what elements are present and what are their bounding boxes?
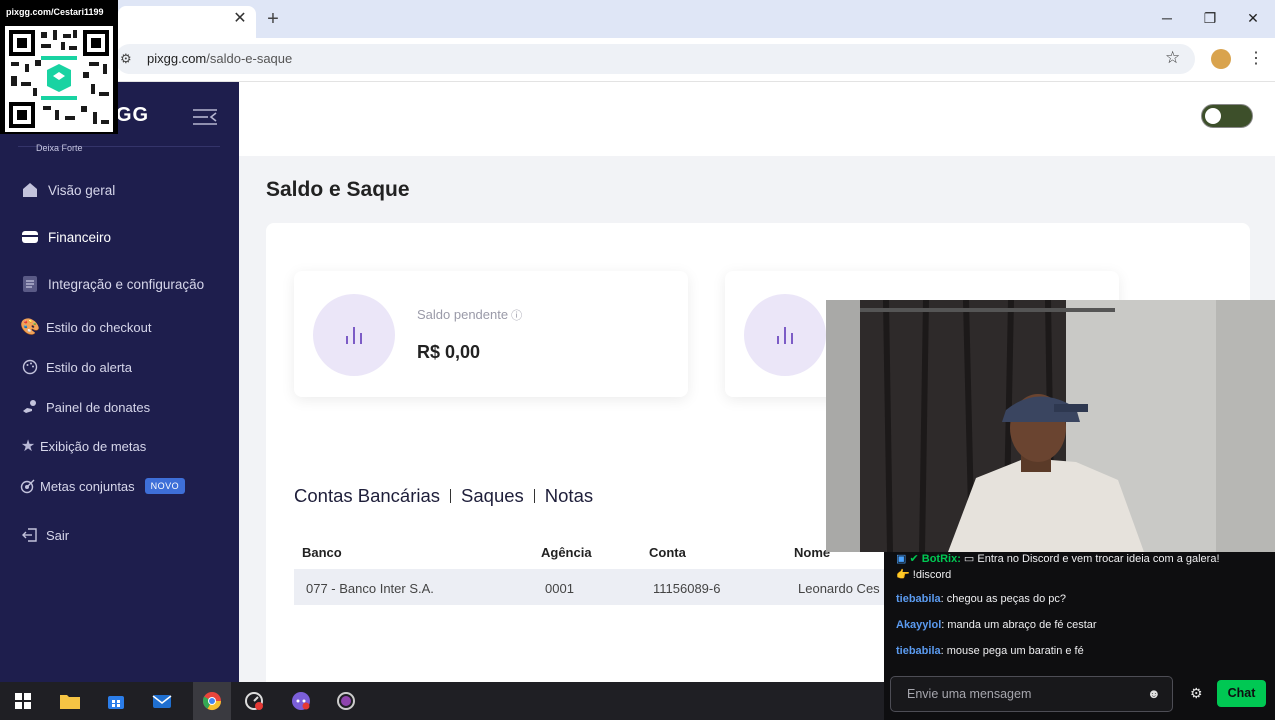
discord-icon: ▭ — [963, 553, 975, 565]
chat-send-button[interactable]: Chat — [1217, 680, 1266, 707]
pointing-icon: 👉 — [896, 569, 910, 581]
wallet-icon — [18, 227, 42, 247]
info-icon[interactable]: ⓘ — [511, 310, 522, 322]
chat-panel: ▣ ✔ BotRix: ▭ Entra no Discord e vem tro… — [884, 552, 1275, 720]
column-header-banco: Banco — [302, 545, 342, 560]
tab-divider — [533, 489, 535, 503]
sidebar-item-visao-geral[interactable]: Visão geral — [18, 178, 115, 202]
verified-icon: ✔ — [909, 553, 919, 565]
palette-icon: 🎨 — [20, 319, 40, 336]
theme-toggle[interactable] — [1201, 104, 1253, 128]
chat-input[interactable]: Envie uma mensagem ☻ — [890, 676, 1173, 712]
browser-menu-icon[interactable]: ⋮ — [1248, 48, 1264, 68]
emoji-icon[interactable]: ☻ — [1147, 686, 1161, 701]
chat-message: Akayylol: manda um abraço de fé cestar — [896, 619, 1097, 631]
new-badge: NOVO — [144, 478, 186, 494]
new-tab-button[interactable]: + — [262, 8, 284, 30]
sidebar: GG Deixa Forte Visão geral Financeiro In… — [0, 82, 239, 682]
tab-saques[interactable]: Saques — [461, 485, 524, 507]
qr-label: pixgg.com/Cestari1199 — [6, 7, 104, 17]
browser-tab-bar: ✕ + ─ ❐ ✕ — [0, 0, 1275, 38]
chat-message: ▣ ✔ BotRix: ▭ Entra no Discord e vem tro… — [896, 553, 1220, 565]
qr-code-icon — [5, 26, 113, 132]
table-cell: 077 - Banco Inter S.A. — [306, 581, 434, 596]
file-explorer-icon[interactable] — [57, 688, 83, 714]
bot-icon: ▣ — [896, 553, 907, 565]
sidebar-item-exibicao-metas[interactable]: ★ Exibição de metas — [18, 434, 146, 458]
target-icon — [18, 476, 38, 496]
tab-divider — [450, 489, 452, 503]
hand-coin-icon — [18, 397, 42, 417]
home-icon — [18, 180, 42, 200]
sidebar-item-metas-conjuntas[interactable]: Metas conjuntas NOVO — [18, 474, 186, 498]
gear-icon[interactable]: ⚙ — [1190, 685, 1203, 702]
minimize-button[interactable]: ─ — [1155, 8, 1179, 28]
webcam-overlay — [826, 300, 1275, 552]
mail-icon[interactable] — [149, 688, 175, 714]
star-icon: ★ — [20, 438, 36, 455]
chart-icon — [313, 294, 395, 376]
qr-overlay: pixgg.com/Cestari1199 — [0, 0, 118, 134]
chat-message: tiebabila: chegou as peças do pc? — [896, 593, 1066, 605]
profile-avatar[interactable] — [1211, 49, 1231, 69]
chat-message: tiebabila: mouse pega um baratin e fé — [896, 645, 1084, 657]
chat-message-line2: 👉 !discord — [896, 569, 952, 581]
sidebar-item-painel-donates[interactable]: Painel de donates — [18, 395, 150, 419]
section-tabs: Contas Bancárias Saques Notas — [294, 485, 593, 507]
sidebar-item-estilo-alerta[interactable]: Estilo do alerta — [18, 355, 132, 379]
window-close-button[interactable]: ✕ — [1241, 8, 1265, 28]
table-cell: Leonardo Ces — [798, 581, 880, 596]
table-cell: 11156089-6 — [653, 581, 721, 596]
column-header-agencia: Agência — [541, 545, 592, 560]
brand-name: Deixa Forte — [36, 143, 83, 153]
sidebar-item-estilo-checkout[interactable]: 🎨 Estilo do checkout — [18, 315, 151, 339]
address-bar: ⚙ pixgg.com/saldo-e-saque ☆ ⋮ — [0, 38, 1275, 82]
document-icon — [18, 274, 42, 294]
palette-outline-icon — [18, 357, 42, 377]
logo: GG — [116, 104, 150, 126]
tab-notas[interactable]: Notas — [545, 485, 593, 507]
column-header-nome: Nome — [794, 545, 831, 560]
windows-start-icon[interactable] — [10, 688, 36, 714]
url-text[interactable]: pixgg.com/saldo-e-saque — [147, 51, 292, 66]
taskbar — [0, 682, 884, 720]
bookmark-star-icon[interactable]: ☆ — [1165, 48, 1180, 68]
chat-app-icon[interactable] — [333, 688, 359, 714]
speedometer-icon[interactable] — [241, 688, 267, 714]
chrome-icon[interactable] — [193, 682, 231, 720]
sidebar-item-integracao[interactable]: Integração e configuração — [18, 272, 204, 296]
restore-button[interactable]: ❐ — [1198, 8, 1222, 28]
card-label: Saldo pendente ⓘ — [417, 307, 523, 322]
column-header-conta: Conta — [649, 545, 686, 560]
tab-contas-bancarias[interactable]: Contas Bancárias — [294, 485, 440, 507]
table-cell: 0001 — [545, 581, 574, 596]
logout-icon — [18, 525, 42, 545]
sidebar-item-financeiro[interactable]: Financeiro — [18, 225, 111, 249]
page-title: Saldo e Saque — [266, 178, 410, 201]
pending-balance-card: Saldo pendente ⓘ R$ 0,00 — [294, 271, 688, 397]
sidebar-item-sair[interactable]: Sair — [18, 523, 69, 547]
card-value: R$ 0,00 — [417, 342, 481, 362]
close-tab-icon[interactable]: ✕ — [230, 10, 250, 28]
discord-app-icon[interactable] — [288, 688, 314, 714]
page-header — [239, 82, 1275, 156]
toggle-knob — [1205, 108, 1221, 124]
collapse-menu-icon[interactable] — [192, 108, 218, 126]
store-icon[interactable] — [103, 688, 129, 714]
site-settings-icon[interactable]: ⚙ — [120, 51, 132, 67]
chart-icon — [744, 294, 826, 376]
